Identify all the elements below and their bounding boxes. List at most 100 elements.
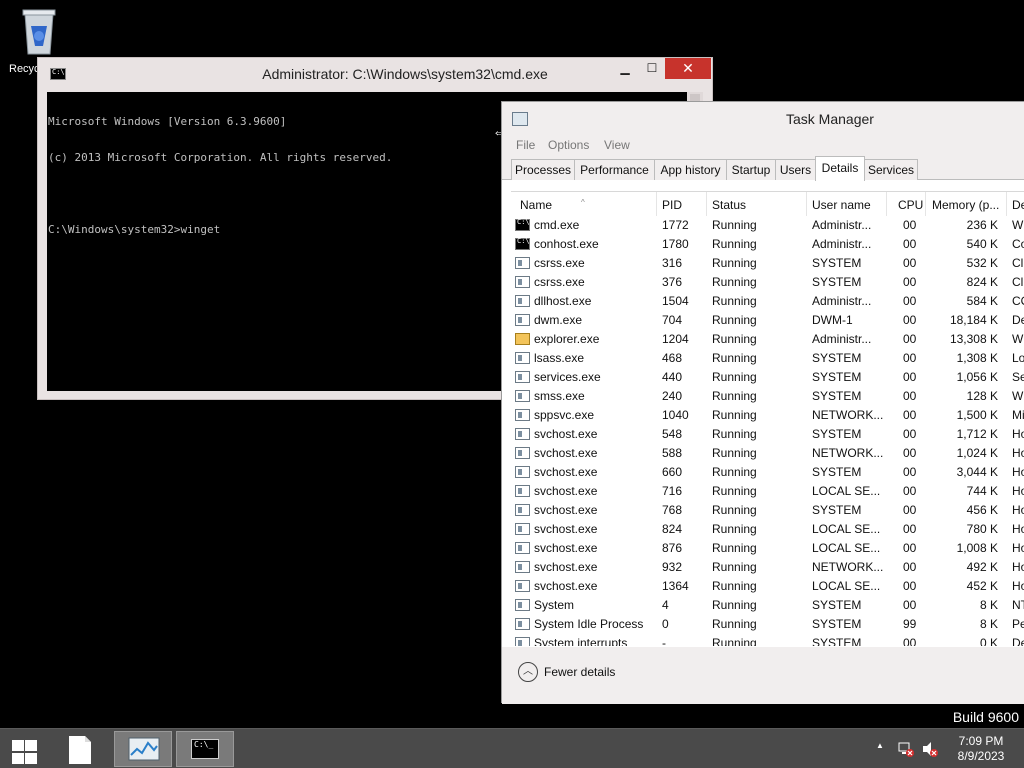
column-header-status[interactable]: Status <box>712 198 746 212</box>
cmd-maximize-button[interactable]: ☐ <box>639 58 665 79</box>
cell-mem: 1,308 K <box>956 351 998 365</box>
taskbar-file-button[interactable] <box>62 731 98 767</box>
menu-view[interactable]: View <box>604 138 630 152</box>
cmd-minimize-button[interactable]: ▁ <box>611 58 639 79</box>
column-header-memory[interactable]: Memory (p... <box>932 198 999 212</box>
process-icon <box>515 637 530 646</box>
task-manager-titlebar[interactable]: Task Manager <box>502 102 1024 135</box>
menu-options[interactable]: Options <box>548 138 589 152</box>
task-manager-window[interactable]: Task Manager File Options View Processes… <box>501 101 1024 704</box>
cell-user: Administr... <box>812 294 872 308</box>
tab-strip: Processes Performance App history Startu… <box>502 155 1024 181</box>
start-button[interactable] <box>10 731 40 767</box>
cell-status: Running <box>712 332 757 346</box>
table-row[interactable]: svchost.exe 876 Running LOCAL SE... 00 1,008 … <box>511 539 1024 558</box>
cell-desc: Ho <box>1012 560 1024 574</box>
cell-status: Running <box>712 617 757 631</box>
cell-name: services.exe <box>534 370 601 384</box>
cell-cpu: 00 <box>903 522 917 536</box>
cell-pid: 1772 <box>662 218 689 232</box>
table-row[interactable]: lsass.exe 468 Running SYSTEM 00 1,308 K Lo <box>511 349 1024 368</box>
taskbar-task-manager-button[interactable] <box>114 731 172 767</box>
volume-muted-icon[interactable] <box>921 740 939 758</box>
table-row[interactable]: smss.exe 240 Running SYSTEM 00 128 K Wi <box>511 387 1024 406</box>
network-error-icon[interactable] <box>897 740 915 758</box>
cell-name: svchost.exe <box>534 579 598 593</box>
process-icon <box>515 371 530 383</box>
table-row[interactable]: svchost.exe 932 Running NETWORK... 00 492 K Ho <box>511 558 1024 577</box>
cmd-close-button[interactable]: ✕ <box>665 58 711 79</box>
cell-name: csrss.exe <box>534 275 585 289</box>
column-header-name[interactable]: Name <box>520 198 552 212</box>
cell-status: Running <box>712 370 757 384</box>
cell-desc: Cli <box>1012 256 1024 270</box>
task-manager-icon[interactable] <box>512 112 528 126</box>
cell-mem: 3,044 K <box>956 465 998 479</box>
cell-status: Running <box>712 408 757 422</box>
tab-users[interactable]: Users <box>775 159 816 180</box>
table-row[interactable]: svchost.exe 824 Running LOCAL SE... 00 780 K H… <box>511 520 1024 539</box>
cell-cpu: 00 <box>903 370 917 384</box>
table-row[interactable]: services.exe 440 Running SYSTEM 00 1,056 K Se <box>511 368 1024 387</box>
table-row[interactable]: svchost.exe 1364 Running LOCAL SE... 00 452 K… <box>511 577 1024 596</box>
cell-desc: Wi <box>1012 332 1024 346</box>
column-header-pid[interactable]: PID <box>662 198 682 212</box>
system-clock[interactable]: 7:09 PM 8/9/2023 <box>942 734 1020 764</box>
table-row[interactable]: System 4 Running SYSTEM 00 8 K NT <box>511 596 1024 615</box>
cell-desc: Lo <box>1012 351 1024 365</box>
column-header-cpu[interactable]: CPU <box>898 198 923 212</box>
table-row[interactable]: svchost.exe 588 Running NETWORK... 00 1,024 K… <box>511 444 1024 463</box>
cell-mem: 236 K <box>966 218 998 232</box>
cmd-titlebar[interactable]: Administrator: C:\Windows\system32\cmd.e… <box>38 58 712 92</box>
cell-pid: 824 <box>662 522 683 536</box>
cell-cpu: 00 <box>903 446 917 460</box>
cell-name: svchost.exe <box>534 560 598 574</box>
table-row[interactable]: csrss.exe 376 Running SYSTEM 00 824 K Cli <box>511 273 1024 292</box>
tab-performance[interactable]: Performance <box>574 159 655 180</box>
table-row[interactable]: svchost.exe 716 Running LOCAL SE... 00 744 K H… <box>511 482 1024 501</box>
cell-pid: 376 <box>662 275 683 289</box>
tab-startup[interactable]: Startup <box>726 159 776 180</box>
tray-show-hidden-icon[interactable]: ▲ <box>876 741 884 750</box>
table-row[interactable]: sppsvc.exe 1040 Running NETWORK... 00 1,500 K… <box>511 406 1024 425</box>
cell-desc: Ho <box>1012 465 1024 479</box>
table-row[interactable]: dllhost.exe 1504 Running Administr... 00 584 … <box>511 292 1024 311</box>
process-icon <box>515 276 530 288</box>
cell-pid: 588 <box>662 446 683 460</box>
column-header-user[interactable]: User name <box>812 198 871 212</box>
process-icon <box>515 580 530 592</box>
table-row[interactable]: svchost.exe 660 Running SYSTEM 00 3,044 K Ho <box>511 463 1024 482</box>
table-row[interactable]: conhost.exe 1780 Running Administr... 00 540 … <box>511 235 1024 254</box>
taskbar-cmd-button[interactable]: C:\_ <box>176 731 234 767</box>
cell-user: Administr... <box>812 237 872 251</box>
cell-name: sppsvc.exe <box>534 408 595 422</box>
task-manager-footer: ︿ Fewer details <box>502 647 1024 704</box>
tab-processes[interactable]: Processes <box>511 159 575 180</box>
clock-time: 7:09 PM <box>958 734 1004 748</box>
table-row[interactable]: dwm.exe 704 Running DWM-1 00 18,184 K De <box>511 311 1024 330</box>
details-table[interactable]: Name ^ PID Status User name CPU Memory (… <box>511 191 1024 646</box>
process-icon <box>515 561 530 573</box>
table-row[interactable]: svchost.exe 548 Running SYSTEM 00 1,712 K Ho <box>511 425 1024 444</box>
cell-user: DWM-1 <box>812 313 853 327</box>
tab-details[interactable]: Details <box>815 156 865 181</box>
table-row[interactable]: System Idle Process 0 Running SYSTEM 99 8 K Pe <box>511 615 1024 634</box>
cell-mem: 532 K <box>966 256 998 270</box>
cell-user: LOCAL SE... <box>812 522 881 536</box>
menu-file[interactable]: File <box>516 138 535 152</box>
tab-app-history[interactable]: App history <box>654 159 727 180</box>
table-row[interactable]: cmd.exe 1772 Running Administr... 00 236 K Wi <box>511 216 1024 235</box>
table-row[interactable]: System interrupts - Running SYSTEM 00 0 K De <box>511 634 1024 646</box>
table-row[interactable]: svchost.exe 768 Running SYSTEM 00 456 K Ho <box>511 501 1024 520</box>
tab-services[interactable]: Services <box>864 159 918 180</box>
cell-cpu: 00 <box>903 332 917 346</box>
column-header-description[interactable]: De <box>1012 198 1024 212</box>
table-row[interactable]: explorer.exe 1204 Running Administr... 00 13,… <box>511 330 1024 349</box>
table-row[interactable]: csrss.exe 316 Running SYSTEM 00 532 K Cli <box>511 254 1024 273</box>
cell-name: lsass.exe <box>534 351 585 365</box>
cell-desc: Ho <box>1012 579 1024 593</box>
cell-desc: Pe <box>1012 617 1024 631</box>
cell-desc: Wi <box>1012 218 1024 232</box>
fewer-details-button[interactable]: Fewer details <box>544 665 615 679</box>
chevron-up-icon[interactable]: ︿ <box>518 662 538 682</box>
